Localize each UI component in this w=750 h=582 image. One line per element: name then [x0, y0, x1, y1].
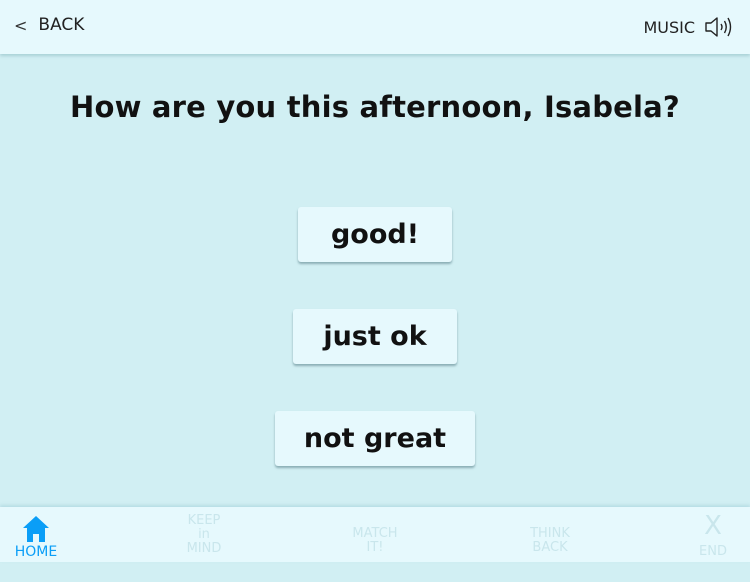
nav-tab-label-line: in	[198, 527, 210, 542]
nav-tab-label-line: THINK	[530, 526, 570, 541]
music-label: MUSIC	[643, 17, 695, 37]
bottom-nav-bar: HOME KEEP in MIND MATCH IT! THINK BACK X…	[0, 507, 750, 562]
home-icon	[23, 516, 49, 542]
answer-good-button[interactable]: good!	[298, 207, 452, 262]
nav-tab-label-line: MIND	[186, 541, 222, 556]
nav-tab-match-it[interactable]: MATCH IT!	[340, 527, 410, 582]
question-heading: How are you this afternoon, Isabela?	[70, 90, 680, 124]
chevron-left-icon: <	[14, 15, 28, 35]
answer-not-great-button[interactable]: not great	[275, 411, 475, 466]
top-bar: < BACK MUSIC	[0, 0, 750, 54]
back-button[interactable]: < BACK	[14, 15, 84, 35]
close-icon: X	[704, 511, 722, 541]
back-label: BACK	[38, 15, 85, 35]
nav-tab-end-label: END	[699, 544, 727, 559]
answer-just-ok-button[interactable]: just ok	[293, 309, 457, 364]
nav-tab-keep-in-mind[interactable]: KEEP in MIND	[174, 514, 234, 569]
nav-tab-label-line: MATCH	[352, 526, 398, 541]
nav-tab-home-label: HOME	[14, 544, 58, 560]
nav-tab-label-line: KEEP	[187, 513, 221, 528]
nav-tab-end[interactable]: X END	[690, 507, 736, 562]
music-toggle-button[interactable]: MUSIC	[643, 16, 734, 38]
speaker-icon	[705, 17, 732, 37]
nav-tab-label-line: IT!	[366, 540, 384, 555]
nav-tab-home[interactable]: HOME	[8, 507, 64, 562]
nav-tab-label-line: BACK	[532, 540, 568, 555]
nav-tab-think-back[interactable]: THINK BACK	[515, 527, 585, 582]
